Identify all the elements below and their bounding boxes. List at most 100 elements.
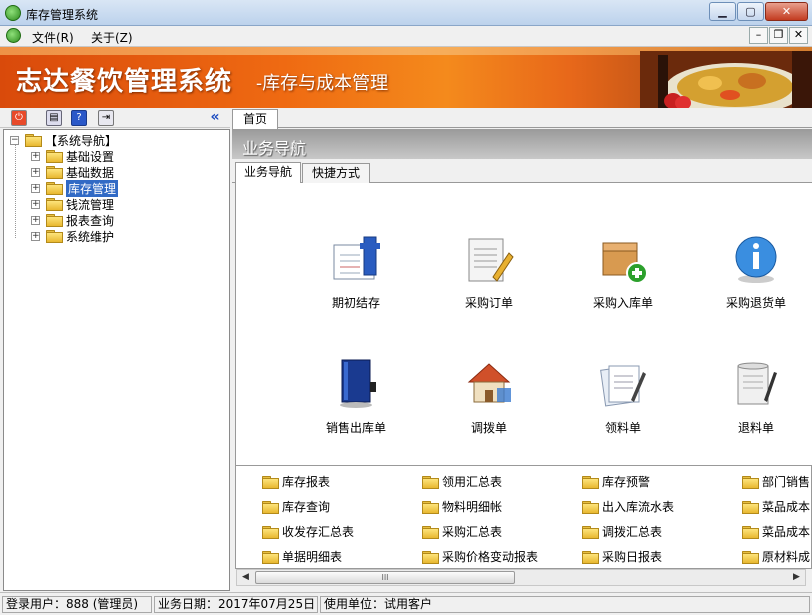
- menu-file[interactable]: 文件(R): [32, 29, 74, 46]
- expand-icon[interactable]: +: [31, 215, 40, 225]
- minimize-button[interactable]: ▁: [709, 2, 736, 21]
- mdi-restore-button[interactable]: ❐: [769, 27, 788, 44]
- scroll-pen-icon: [737, 362, 777, 405]
- folder-icon: [742, 550, 759, 564]
- close-button[interactable]: ✕: [765, 2, 808, 21]
- banner: 志达餐饮管理系统 -库存与成本管理: [0, 47, 812, 108]
- collapse-panel-icon[interactable]: «: [207, 110, 223, 126]
- folder-icon: [582, 475, 599, 489]
- tree-root-label: 【系统导航】: [45, 133, 118, 148]
- folder-open-icon: [46, 182, 63, 195]
- subtab-business-nav[interactable]: 业务导航: [235, 162, 301, 183]
- report-link[interactable]: 菜品成本: [742, 498, 810, 515]
- expand-icon[interactable]: +: [31, 167, 40, 177]
- tile-purchase-order[interactable]: 采购订单: [434, 233, 544, 311]
- tree-item-maintenance[interactable]: + 系统维护: [31, 228, 114, 244]
- expand-icon[interactable]: +: [31, 231, 40, 241]
- business-nav-panel: 期初结存 采购订单 采购入库单 采购退货单 销售出库单 调拨单 领料单 退料单: [235, 183, 812, 465]
- tile-sales-outbound[interactable]: 销售出库单: [301, 358, 411, 436]
- folder-icon: [262, 550, 279, 564]
- expand-icon[interactable]: +: [31, 199, 40, 209]
- report-link[interactable]: 收发存汇总表: [262, 523, 354, 540]
- folder-icon: [262, 500, 279, 514]
- tile-purchase-receipt[interactable]: 采购入库单: [568, 233, 678, 311]
- house-icon: [467, 363, 511, 403]
- folder-icon: [742, 525, 759, 539]
- power-icon[interactable]: ⏻: [11, 110, 27, 126]
- app-home-icon: [5, 5, 21, 21]
- tile-transfer[interactable]: 调拨单: [434, 358, 544, 436]
- folder-icon: [46, 166, 63, 179]
- status-date: 业务日期：2017年07月25日: [154, 596, 318, 613]
- report-link[interactable]: 出入库流水表: [582, 498, 674, 515]
- help-icon[interactable]: ?: [71, 110, 87, 126]
- tab-strip: [232, 108, 812, 128]
- report-link[interactable]: 采购日报表: [582, 548, 662, 565]
- navigation-tree: − 【系统导航】 + 基础设置 + 基础数据 + 库存管理 + 钱流管理 + 报…: [3, 129, 230, 591]
- menu-home-icon: [6, 28, 21, 43]
- report-link[interactable]: 调拨汇总表: [582, 523, 662, 540]
- subtab-shortcuts[interactable]: 快捷方式: [302, 163, 370, 183]
- tile-opening-balance[interactable]: 期初结存: [301, 233, 411, 311]
- folder-icon: [422, 525, 439, 539]
- print-icon[interactable]: ▤: [46, 110, 62, 126]
- collapse-icon[interactable]: −: [10, 135, 19, 145]
- exit-icon[interactable]: ⇥: [98, 110, 114, 126]
- folder-icon: [422, 550, 439, 564]
- folder-icon: [262, 475, 279, 489]
- expand-icon[interactable]: +: [31, 183, 40, 193]
- report-link[interactable]: 单据明细表: [262, 548, 342, 565]
- tree-item-basic-data[interactable]: + 基础数据: [31, 164, 114, 180]
- tree-item-inventory[interactable]: + 库存管理: [31, 179, 119, 197]
- folder-icon: [582, 550, 599, 564]
- menu-bar: 文件(R) 关于(Z) – ❐ ✕: [0, 26, 812, 47]
- report-link[interactable]: 领用汇总表: [422, 473, 502, 490]
- mdi-close-button[interactable]: ✕: [789, 27, 808, 44]
- report-link[interactable]: 采购价格变动报表: [422, 548, 538, 565]
- tree-item-basic-settings[interactable]: + 基础设置: [31, 148, 114, 164]
- folder-icon: [46, 198, 63, 211]
- scroll-right-icon[interactable]: ▶: [788, 570, 805, 585]
- tab-home[interactable]: 首页: [232, 109, 278, 129]
- tile-purchase-return[interactable]: 采购退货单: [701, 233, 811, 311]
- folder-open-icon: [25, 134, 42, 147]
- report-link[interactable]: 库存报表: [262, 473, 330, 490]
- tree-item-label: 基础设置: [66, 149, 115, 164]
- tree-item-label: 库存管理: [66, 179, 119, 197]
- expand-icon[interactable]: +: [31, 151, 40, 161]
- scroll-left-icon[interactable]: ◀: [237, 570, 254, 585]
- report-link[interactable]: 部门销售: [742, 473, 810, 490]
- tree-item-reports[interactable]: + 报表查询: [31, 212, 114, 228]
- tile-return-material[interactable]: 退料单: [701, 358, 811, 436]
- tile-label: 采购入库单: [592, 296, 653, 310]
- banner-title: 志达餐饮管理系统: [16, 67, 233, 97]
- maximize-button[interactable]: ▢: [737, 2, 764, 21]
- book-icon: [340, 359, 376, 408]
- tile-label: 调拨单: [470, 421, 507, 435]
- food-image-icon: [640, 51, 812, 108]
- horizontal-scrollbar[interactable]: ◀ III ▶: [236, 569, 806, 586]
- scroll-thumb[interactable]: III: [255, 571, 515, 584]
- tile-label: 退料单: [737, 421, 774, 435]
- tree-item-cashflow[interactable]: + 钱流管理: [31, 196, 114, 212]
- nav-header: 业务导航: [232, 129, 812, 159]
- tree-item-label: 基础数据: [66, 165, 115, 180]
- report-link[interactable]: 原材料成: [742, 548, 810, 565]
- title-bar: 库存管理系统 ▁ ▢ ✕: [0, 0, 812, 26]
- mdi-minimize-button[interactable]: –: [749, 27, 768, 44]
- folder-icon: [46, 230, 63, 243]
- menu-about[interactable]: 关于(Z): [91, 29, 133, 46]
- report-link[interactable]: 采购汇总表: [422, 523, 502, 540]
- tile-label: 销售出库单: [325, 421, 386, 435]
- status-user: 登录用户：888 (管理员): [2, 596, 152, 613]
- tree-root[interactable]: − 【系统导航】: [10, 132, 117, 148]
- report-link[interactable]: 菜品成本: [742, 523, 810, 540]
- notepad-pencil-icon: [468, 238, 514, 282]
- tile-requisition[interactable]: 领料单: [568, 358, 678, 436]
- window-title: 库存管理系统: [26, 8, 99, 22]
- status-bar: 登录用户：888 (管理员) 业务日期：2017年07月25日 使用单位：试用客…: [0, 592, 812, 615]
- report-link[interactable]: 物料明细帐: [422, 498, 502, 515]
- report-link[interactable]: 库存预警: [582, 473, 650, 490]
- tree-item-label: 钱流管理: [66, 197, 115, 212]
- report-link[interactable]: 库存查询: [262, 498, 330, 515]
